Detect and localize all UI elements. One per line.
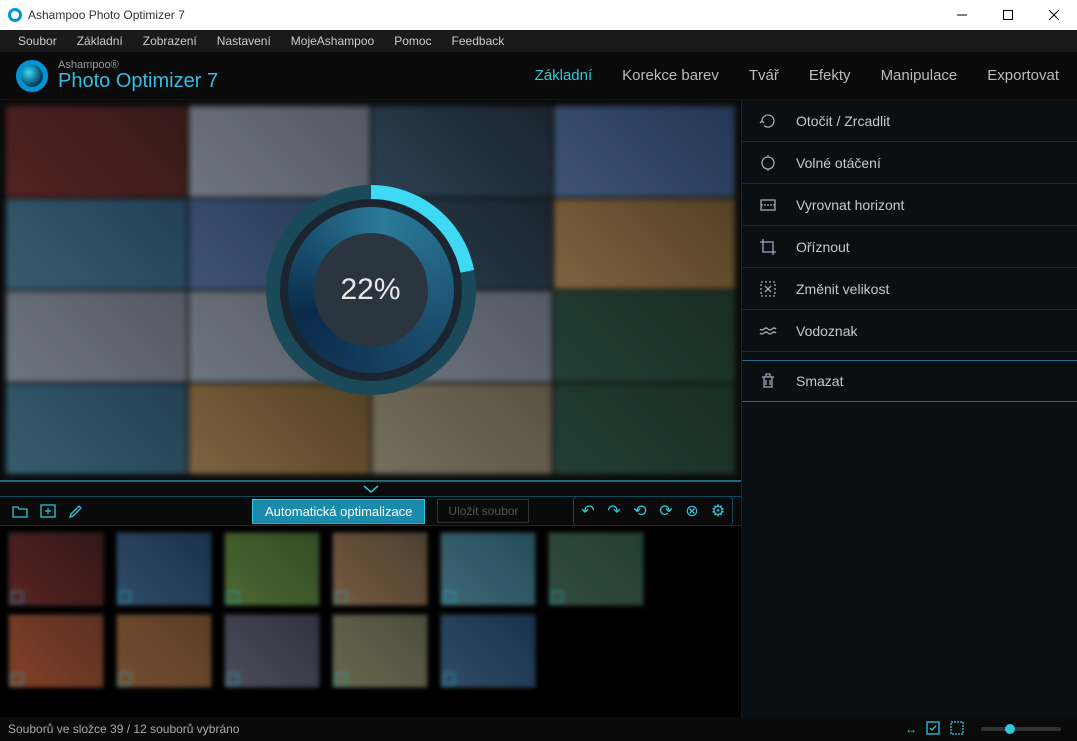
menu-myashampoo[interactable]: MojeAshampoo: [281, 31, 384, 51]
delete-icon: [758, 371, 778, 391]
tool-label: Otočit / Zrcadlit: [796, 113, 890, 129]
resize-icon: [758, 279, 778, 299]
tool-label: Vodoznak: [796, 323, 858, 339]
tool-crop[interactable]: Oříznout: [742, 226, 1077, 268]
status-bar: Souborů ve složce 39 / 12 souborů vybrán…: [0, 717, 1077, 741]
tools-panel: Otočit / Zrcadlit Volné otáčení Vyrovnat…: [741, 100, 1077, 717]
redo-button[interactable]: ↷: [602, 499, 626, 523]
status-text: Souborů ve složce 39 / 12 souborů vybrán…: [8, 722, 239, 736]
tool-label: Oříznout: [796, 239, 850, 255]
tool-label: Vyrovnat horizont: [796, 197, 904, 213]
tool-label: Změnit velikost: [796, 281, 889, 297]
minimize-button[interactable]: [939, 0, 985, 30]
splitter-handle[interactable]: [0, 480, 741, 496]
zoom-slider[interactable]: [981, 727, 1061, 731]
thumbnail[interactable]: [116, 532, 212, 606]
tool-resize[interactable]: Změnit velikost: [742, 268, 1077, 310]
menu-bar: Soubor Základní Zobrazení Nastavení Moje…: [0, 30, 1077, 52]
thumbnail[interactable]: [548, 532, 644, 606]
watermark-icon: [758, 321, 778, 341]
tab-export[interactable]: Exportovat: [985, 63, 1061, 88]
preview-area: 22%: [0, 100, 741, 480]
settings-gear-icon[interactable]: ⚙: [706, 499, 730, 523]
app-logo-icon: [8, 8, 22, 22]
horizon-icon: [758, 195, 778, 215]
tab-basic[interactable]: Základní: [533, 63, 595, 88]
thumbnail[interactable]: [440, 532, 536, 606]
save-file-button[interactable]: Uložit soubor: [437, 499, 529, 523]
auto-optimize-button[interactable]: Automatická optimalizace: [252, 499, 425, 524]
main-tabs: Základní Korekce barev Tvář Efekty Manip…: [533, 63, 1061, 88]
tool-straighten-horizon[interactable]: Vyrovnat horizont: [742, 184, 1077, 226]
filmstrip-toolbar: Automatická optimalizace Uložit soubor ↶…: [0, 496, 741, 526]
redo-all-button[interactable]: ⟳: [654, 499, 678, 523]
maximize-button[interactable]: [985, 0, 1031, 30]
deselect-all-icon[interactable]: [949, 720, 965, 739]
window-title: Ashampoo Photo Optimizer 7: [28, 8, 185, 22]
undo-all-button[interactable]: ⟲: [628, 499, 652, 523]
tool-label: Smazat: [796, 373, 843, 389]
thumbnail[interactable]: [116, 614, 212, 688]
reset-button[interactable]: ⊗: [680, 499, 704, 523]
tool-label: Volné otáčení: [796, 155, 881, 171]
select-all-icon[interactable]: [925, 720, 941, 739]
menu-feedback[interactable]: Feedback: [442, 31, 515, 51]
thumbnail[interactable]: [8, 614, 104, 688]
tab-manipulation[interactable]: Manipulace: [879, 63, 960, 88]
crop-icon: [758, 237, 778, 257]
menu-file[interactable]: Soubor: [8, 31, 67, 51]
menu-basic[interactable]: Základní: [67, 31, 133, 51]
menu-settings[interactable]: Nastavení: [207, 31, 281, 51]
open-folder-button[interactable]: [8, 499, 32, 523]
progress-indicator: 22%: [266, 185, 476, 395]
brand-row: Ashampoo® Photo Optimizer 7 Základní Kor…: [0, 52, 1077, 100]
brand-line2: Photo Optimizer 7: [58, 71, 218, 91]
tab-effects[interactable]: Efekty: [807, 63, 853, 88]
menu-view[interactable]: Zobrazení: [133, 31, 207, 51]
free-rotate-icon: [758, 153, 778, 173]
thumbnail[interactable]: [332, 532, 428, 606]
tool-free-rotate[interactable]: Volné otáčení: [742, 142, 1077, 184]
thumbnail[interactable]: [8, 532, 104, 606]
undo-button[interactable]: ↶: [576, 499, 600, 523]
thumbnail[interactable]: [224, 532, 320, 606]
brand-logo-icon: [16, 60, 48, 92]
thumbnail[interactable]: [224, 614, 320, 688]
tool-delete[interactable]: Smazat: [742, 360, 1077, 402]
fit-width-icon[interactable]: ↔: [905, 722, 917, 736]
progress-percent-label: 22%: [314, 233, 428, 347]
filmstrip[interactable]: [0, 526, 741, 717]
brush-button[interactable]: [64, 499, 88, 523]
add-image-button[interactable]: [36, 499, 60, 523]
tab-face[interactable]: Tvář: [747, 63, 781, 88]
close-button[interactable]: [1031, 0, 1077, 30]
tool-rotate-mirror[interactable]: Otočit / Zrcadlit: [742, 100, 1077, 142]
thumbnail[interactable]: [332, 614, 428, 688]
title-bar: Ashampoo Photo Optimizer 7: [0, 0, 1077, 30]
thumbnail[interactable]: [440, 614, 536, 688]
tool-watermark[interactable]: Vodoznak: [742, 310, 1077, 352]
tab-color-correction[interactable]: Korekce barev: [620, 63, 721, 88]
menu-help[interactable]: Pomoc: [384, 31, 441, 51]
rotate-icon: [758, 111, 778, 131]
